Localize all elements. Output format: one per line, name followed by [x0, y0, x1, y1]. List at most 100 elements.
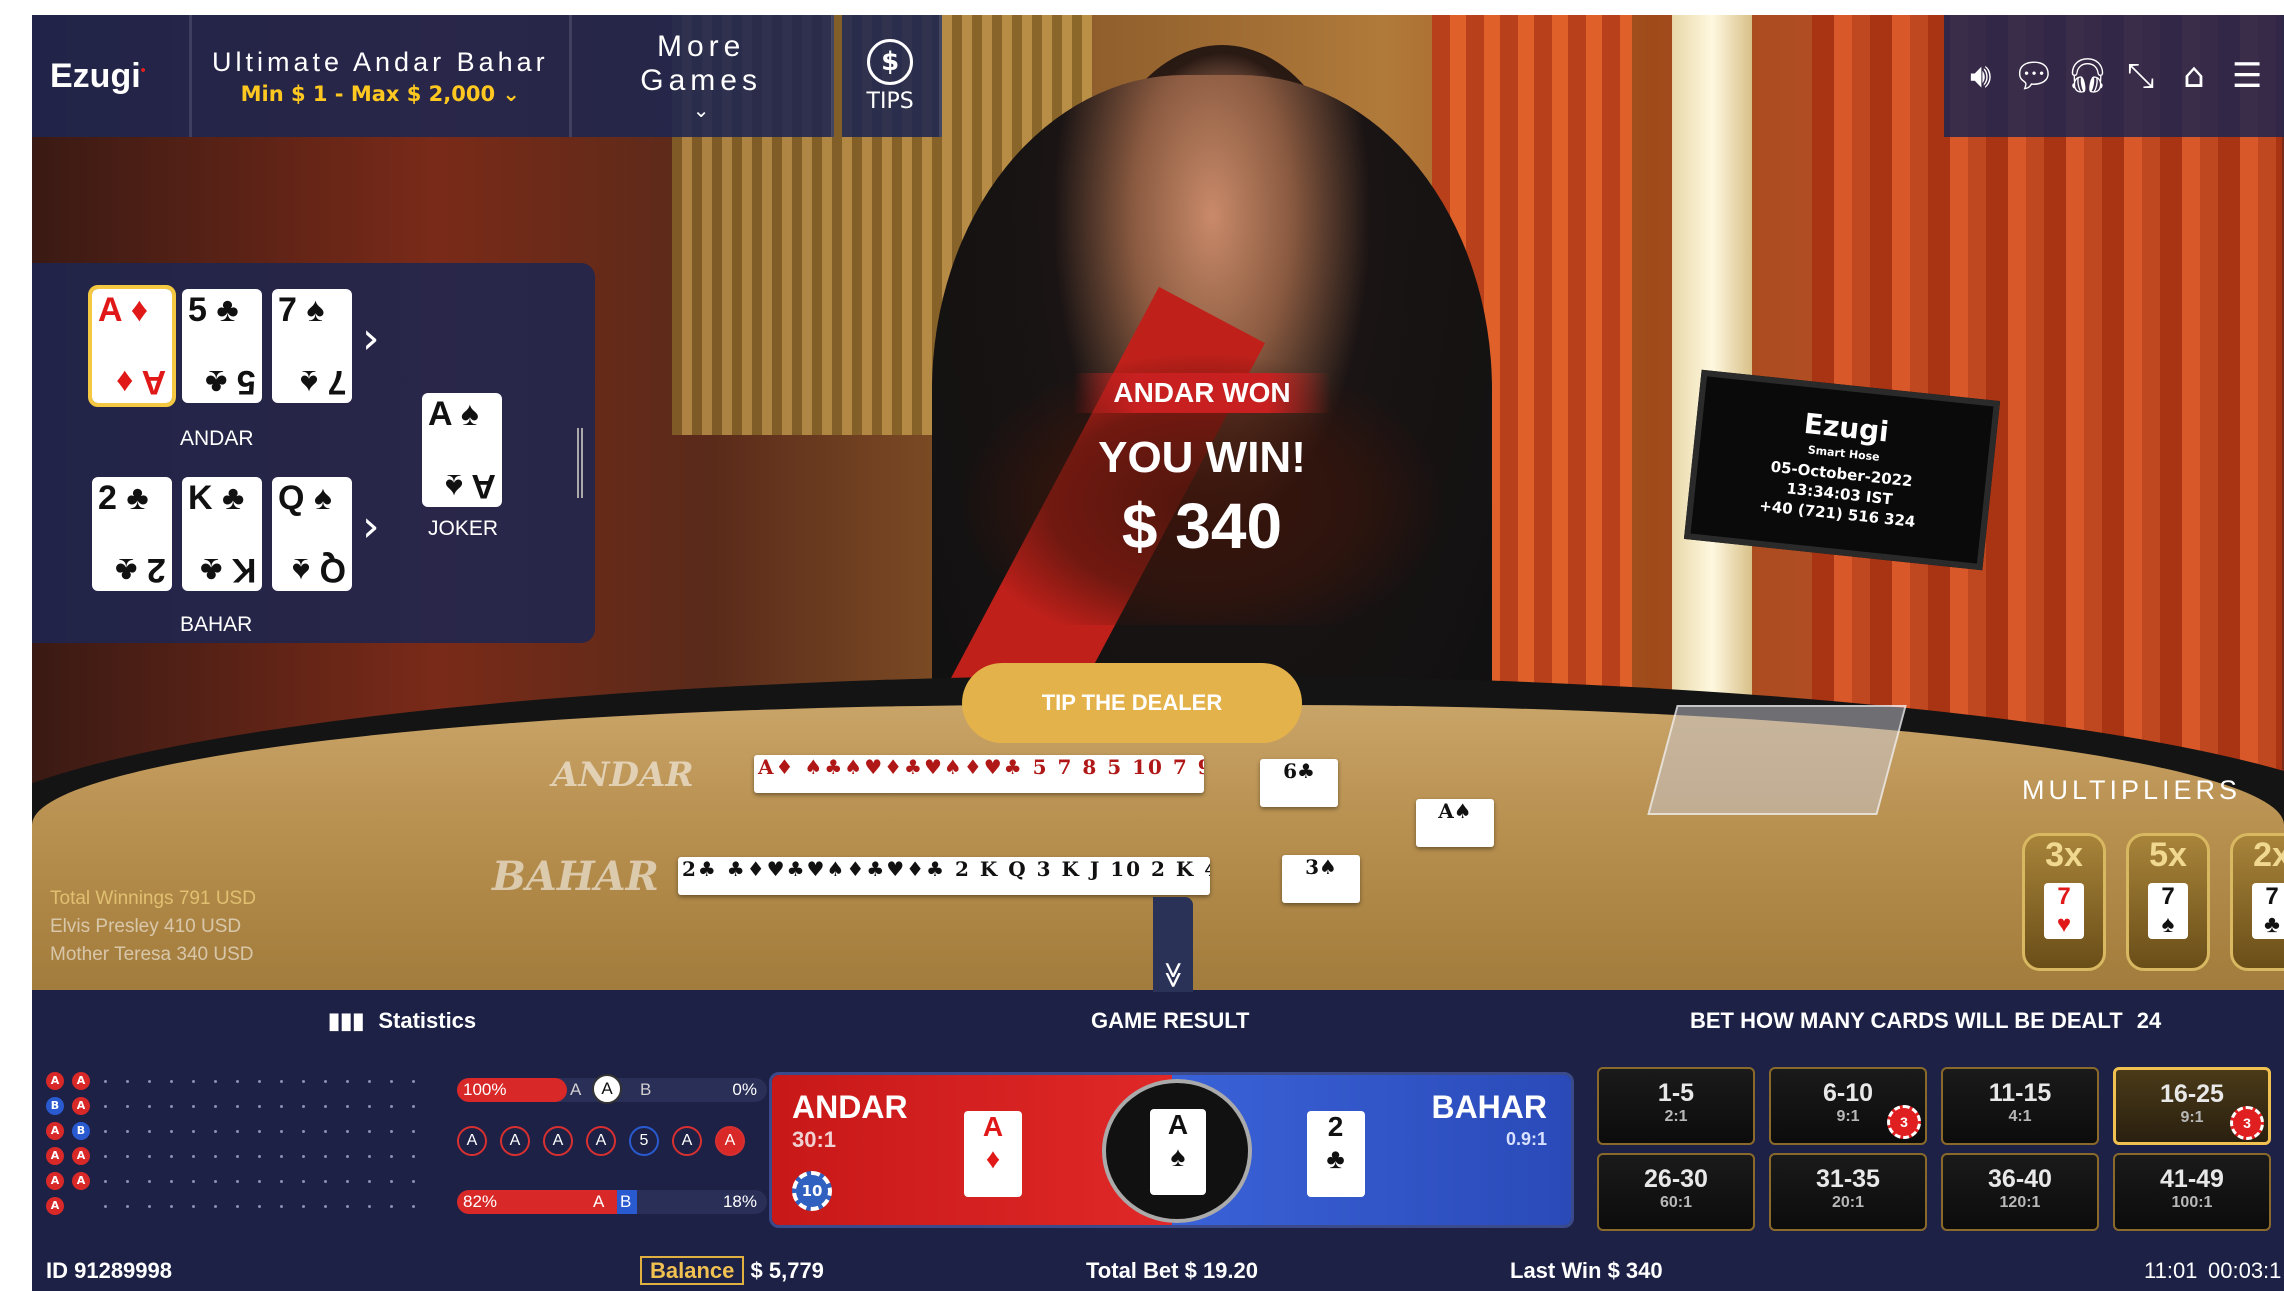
multiplier-value: 3x [2045, 836, 2083, 874]
spade-icon: ♠ [313, 479, 332, 517]
panel-resize-handle[interactable] [577, 428, 583, 498]
felt-card: 3♠ [1282, 855, 1360, 903]
road-dot [236, 1080, 239, 1083]
road-dot [390, 1105, 393, 1108]
road-dot [368, 1080, 371, 1083]
andar-card-rank: A [982, 1111, 1004, 1142]
tip-dealer-button[interactable]: TIP THE DEALER [962, 663, 1302, 743]
minimize-icon[interactable]: ⤡ [2116, 56, 2166, 96]
chat-icon[interactable]: 💬︎ [2009, 56, 2059, 96]
dollar-coin-icon: $ [867, 38, 914, 85]
joker-result: A ♠ [1102, 1079, 1252, 1223]
joker-rank-inverted: A [472, 467, 496, 505]
road-dot [126, 1205, 129, 1208]
road-dot [280, 1205, 283, 1208]
road-dot [126, 1180, 129, 1183]
felt-card: A♠ [1416, 799, 1494, 847]
card-corner-inverted: A ♦ [116, 362, 166, 401]
road-circle: A [715, 1126, 745, 1156]
road-dot [126, 1130, 129, 1133]
spade-icon: ♠ [460, 395, 479, 433]
card-rank: 5 [188, 291, 207, 329]
speaker-icon[interactable]: 🔊︎ [1956, 56, 2006, 96]
bead: A [46, 1147, 64, 1165]
card-corner: A ♦ [98, 291, 148, 330]
side-bet-26-30[interactable]: 26-30 60:1 [1597, 1153, 1755, 1231]
road-dot [170, 1155, 173, 1158]
brand-dot: • [140, 61, 146, 78]
round-timer: 00:03:1 [2208, 1258, 2282, 1283]
side-bet-41-49[interactable]: 41-49 100:1 [2113, 1153, 2271, 1231]
road-circle: 5 [629, 1126, 659, 1156]
road-dot [104, 1205, 107, 1208]
side-bet-range: 1-5 [1657, 1079, 1695, 1107]
menu-icon[interactable]: ☰ [2222, 56, 2272, 96]
road-dot [258, 1080, 261, 1083]
bead: A [72, 1147, 90, 1165]
road-dot [126, 1155, 129, 1158]
card-corner: 5 ♣ [188, 291, 239, 330]
big-road: AAAA5AA [457, 1122, 767, 1162]
road-circle: A [457, 1126, 487, 1156]
dealt-cards-panel: A ♦ A ♦ 5 ♣ 5 ♣ 7 ♠ 7 ♠ › ANDAR 2 ♣ 2 ♣ K ♣ K ♣ Q… [32, 263, 595, 643]
ezugi-logo: Ezugi• [32, 15, 192, 137]
road-dot [126, 1105, 129, 1108]
side-bet-6-10[interactable]: 6-10 9:1 3 [1769, 1067, 1927, 1145]
spade-icon: ♠ [306, 291, 325, 329]
road-dot [258, 1130, 261, 1133]
card-rank: 7 [278, 291, 297, 329]
more-games-button[interactable]: More Games ⌄ [571, 15, 834, 137]
road-dot [412, 1180, 415, 1183]
percent-bar-top: 100% A A B 0% [457, 1074, 767, 1104]
multipliers-panel: MULTIPLIERS 3x 7 ♥ 5x 7 ♠ 2x 7 ♣ [2022, 775, 2284, 985]
side-bet-title: BET HOW MANY CARDS WILL BE DEALT [1690, 1008, 2123, 1033]
club-icon: ♣ [2264, 911, 2280, 938]
bahar-result-odds: 0.9:1 [1505, 1129, 1547, 1149]
road-dot [104, 1105, 107, 1108]
club-icon: ♣ [216, 291, 239, 329]
andar-arrow-icon: › [362, 313, 380, 364]
side-bet-odds: 2:1 [1664, 1108, 1688, 1125]
home-icon[interactable]: ⌂ [2169, 56, 2219, 96]
road-dot [280, 1080, 283, 1083]
table-info-button[interactable]: Ultimate Andar Bahar Min $ 1 - Max $ 2,0… [192, 15, 572, 137]
road-dot [390, 1155, 393, 1158]
bead: A [46, 1072, 64, 1090]
road-dot [412, 1080, 415, 1083]
bahar-percent: 18% [722, 1192, 757, 1211]
road-dot [236, 1130, 239, 1133]
diamond-icon: ♦ [985, 1143, 1001, 1174]
road-dot [368, 1205, 371, 1208]
side-bet-36-40[interactable]: 36-40 120:1 [1941, 1153, 2099, 1231]
top-bar: Ezugi• Ultimate Andar Bahar Min $ 1 - Ma… [32, 15, 942, 137]
side-bet-1-5[interactable]: 1-5 2:1 [1597, 1067, 1755, 1145]
more-games-chevron-icon: ⌄ [692, 98, 710, 122]
andar-label: ANDAR [180, 427, 254, 450]
bead: B [46, 1097, 64, 1115]
road-dot [170, 1205, 173, 1208]
side-bet-11-15[interactable]: 11-15 4:1 [1941, 1067, 2099, 1145]
side-bet-31-35[interactable]: 31-35 20:1 [1769, 1153, 1927, 1231]
statistics-button[interactable]: ▮▮▮ Statistics [328, 1008, 476, 1034]
footer-bar: ID 91289998 Balance $ 5,779 Total Bet $ … [32, 1254, 2284, 1291]
winner-entry: Elvis Presley 410 USD [50, 916, 242, 937]
side-bet-16-25[interactable]: 16-25 9:1 3 [2113, 1067, 2271, 1145]
playing-card: Q ♠ Q ♠ [272, 477, 352, 591]
win-side-label: ANDAR WON [1073, 373, 1331, 413]
side-bet-odds: 20:1 [1831, 1194, 1865, 1211]
card-rank: K [231, 551, 256, 589]
headset-icon[interactable]: 🎧︎ [2062, 56, 2112, 96]
joker-label: JOKER [428, 517, 499, 540]
road-dot [214, 1080, 217, 1083]
road-dot [236, 1105, 239, 1108]
road-dot [280, 1105, 283, 1108]
bead: B [72, 1122, 90, 1140]
bahar-arrow-icon: › [362, 501, 380, 552]
game-result-title: GAME RESULT [1091, 1008, 1250, 1033]
road-dot [236, 1155, 239, 1158]
road-dot [104, 1155, 107, 1158]
tips-button[interactable]: $ TIPS [841, 15, 942, 137]
side-bet-odds: 4:1 [2008, 1108, 2032, 1125]
bahar-label: BAHAR [180, 613, 253, 636]
bar-a-label: A [570, 1080, 582, 1099]
